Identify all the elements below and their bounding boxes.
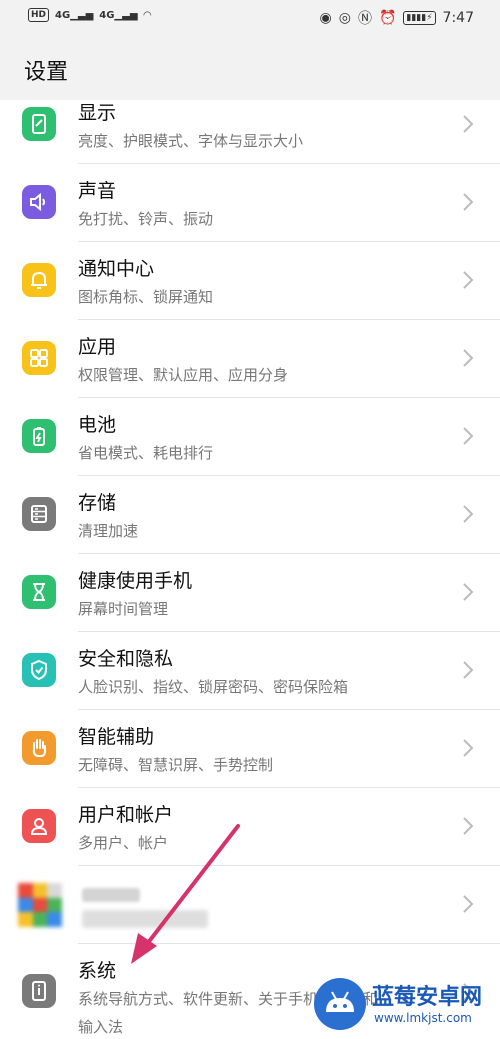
apps-grid-icon	[22, 341, 56, 375]
wifi-icon: ◠	[143, 9, 152, 21]
settings-item-smart-assistance[interactable]: 智能辅助 无障碍、智慧识屏、手势控制	[0, 710, 500, 788]
hourglass-icon	[22, 575, 56, 609]
settings-item-battery[interactable]: 电池 省电模式、耗电排行	[0, 398, 500, 476]
item-label: 用户和帐户	[78, 804, 174, 826]
item-subtitle-continued: 输入法	[78, 1018, 124, 1036]
item-subtitle: 图标角标、锁屏通知	[78, 288, 214, 306]
settings-item-google[interactable]	[0, 866, 500, 944]
status-bar: HD 4G▁▃▅ 4G▁▃▅ ◠ ◉ ◎ Ⓝ ⏰ ▮▮▮▮⚡ 7:47	[0, 0, 500, 34]
chevron-right-icon	[463, 349, 474, 367]
item-label: 电池	[78, 414, 117, 436]
item-label: 声音	[78, 180, 117, 202]
storage-icon	[22, 497, 56, 531]
watermark: 蓝莓安卓网 www.lmkjst.com	[314, 969, 500, 1039]
nfc-icon: Ⓝ	[357, 11, 372, 27]
status-right: ◉ ◎ Ⓝ ⏰ ▮▮▮▮⚡ 7:47	[320, 8, 474, 28]
settings-item-notifications[interactable]: 通知中心 图标角标、锁屏通知	[0, 242, 500, 320]
chevron-right-icon	[463, 895, 474, 913]
page-header: 设置	[0, 34, 500, 100]
watermark-logo-icon	[314, 978, 366, 1030]
signal-icon: 4G▁▃▅	[55, 9, 94, 21]
watermark-title: 蓝莓安卓网	[372, 985, 483, 1010]
item-label: 存储	[78, 492, 117, 514]
item-label: 系统	[78, 960, 117, 982]
chevron-right-icon	[463, 817, 474, 835]
watermark-url: www.lmkjst.com	[374, 1011, 472, 1025]
item-subtitle: 免打扰、铃声、振动	[78, 210, 214, 228]
settings-item-digital-balance[interactable]: 健康使用手机 屏幕时间管理	[0, 554, 500, 632]
hand-icon	[22, 731, 56, 765]
signal-icon: 4G▁▃▅	[99, 9, 138, 21]
status-time: 7:47	[442, 10, 474, 26]
chevron-right-icon	[463, 427, 474, 445]
blurred-subtitle	[82, 910, 208, 928]
alarm-icon: ⏰	[378, 10, 397, 26]
item-subtitle: 省电模式、耗电排行	[78, 444, 214, 462]
battery-icon	[22, 419, 56, 453]
item-label: 通知中心	[78, 258, 155, 280]
settings-item-security[interactable]: 安全和隐私 人脸识别、指纹、锁屏密码、密码保险箱	[0, 632, 500, 710]
battery-charging-icon: ▮▮▮▮⚡	[403, 11, 436, 25]
item-label: 安全和隐私	[78, 648, 174, 670]
display-icon	[22, 107, 56, 141]
chevron-right-icon	[463, 583, 474, 601]
item-subtitle: 亮度、护眼模式、字体与显示大小	[78, 132, 304, 150]
chevron-right-icon	[463, 193, 474, 211]
bell-icon	[22, 263, 56, 297]
settings-item-display[interactable]: 显示 亮度、护眼模式、字体与显示大小	[0, 100, 500, 164]
settings-item-apps[interactable]: 应用 权限管理、默认应用、应用分身	[0, 320, 500, 398]
item-subtitle: 多用户、帐户	[78, 834, 169, 852]
item-subtitle: 人脸识别、指纹、锁屏密码、密码保险箱	[78, 678, 349, 696]
chevron-right-icon	[463, 661, 474, 679]
chevron-right-icon	[463, 271, 474, 289]
item-subtitle: 无障碍、智慧识屏、手势控制	[78, 756, 274, 774]
chevron-right-icon	[463, 115, 474, 133]
google-icon	[18, 883, 62, 927]
item-label: 应用	[78, 336, 117, 358]
speaker-icon	[22, 185, 56, 219]
phone-info-icon	[22, 974, 56, 1008]
settings-item-users-accounts[interactable]: 用户和帐户 多用户、帐户	[0, 788, 500, 866]
shield-icon	[22, 653, 56, 687]
chevron-right-icon	[463, 505, 474, 523]
item-subtitle: 权限管理、默认应用、应用分身	[78, 366, 289, 384]
eye-icon: ◎	[338, 10, 351, 26]
blurred-label	[82, 888, 140, 902]
user-icon	[22, 809, 56, 843]
settings-item-storage[interactable]: 存储 清理加速	[0, 476, 500, 554]
item-subtitle: 清理加速	[78, 522, 139, 540]
settings-list: 显示 亮度、护眼模式、字体与显示大小 声音 免打扰、铃声、振动 通知中心 图标角…	[0, 100, 500, 1039]
status-left: HD 4G▁▃▅ 4G▁▃▅ ◠	[28, 8, 151, 22]
settings-item-sound[interactable]: 声音 免打扰、铃声、振动	[0, 164, 500, 242]
item-label: 健康使用手机	[78, 570, 193, 592]
eye-comfort-icon: ◉	[319, 10, 332, 26]
item-label: 显示	[78, 102, 117, 124]
page-title: 设置	[24, 60, 69, 85]
item-subtitle: 屏幕时间管理	[78, 600, 169, 618]
item-label: 智能辅助	[78, 726, 155, 748]
chevron-right-icon	[463, 739, 474, 757]
hd-icon: HD	[28, 8, 50, 22]
